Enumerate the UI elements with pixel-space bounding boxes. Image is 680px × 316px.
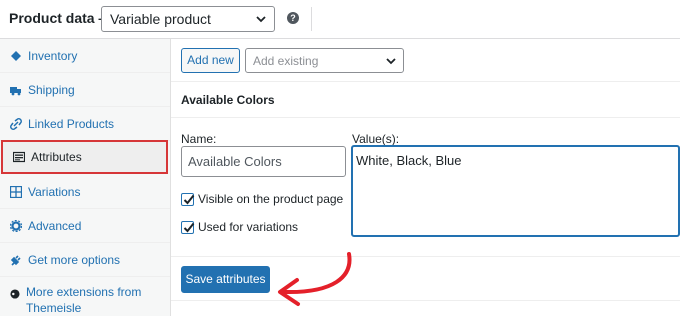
name-label: Name: — [181, 132, 217, 146]
inventory-icon — [11, 50, 21, 61]
link-icon — [10, 117, 22, 130]
add-new-button[interactable]: Add new — [181, 48, 240, 73]
product-data-tabs: Inventory Shipping Linked Products Attri… — [0, 39, 171, 316]
tab-shipping[interactable]: Shipping — [0, 73, 170, 107]
tab-shipping-label: Shipping — [28, 82, 75, 97]
tab-more-extensions[interactable]: More extensions from Themeisle — [0, 277, 170, 316]
product-data-header: Product data — Variable product ? — [0, 0, 680, 39]
attribute-name-field[interactable]: Available Colors — [181, 146, 346, 177]
attributes-panel: Add new Add existing Available Colors Na… — [171, 39, 680, 316]
visible-checkbox-label: Visible on the product page — [198, 192, 344, 206]
header-divider — [311, 7, 312, 31]
tab-advanced[interactable]: Advanced — [0, 209, 170, 243]
truck-icon — [10, 86, 21, 95]
tab-advanced-label: Advanced — [28, 218, 82, 233]
grid-icon — [10, 185, 22, 198]
help-icon[interactable]: ? — [287, 12, 299, 24]
tab-linked-products[interactable]: Linked Products — [0, 107, 170, 141]
tab-variations-label: Variations — [28, 184, 81, 199]
chevron-down-icon — [386, 58, 396, 65]
themeisle-icon — [10, 289, 20, 299]
attribute-divider — [171, 256, 680, 257]
chevron-down-icon — [256, 16, 266, 23]
save-divider — [171, 300, 680, 301]
product-data-title: Product data — — [9, 10, 113, 26]
product-type-select[interactable]: Variable product — [101, 6, 275, 32]
plug-icon — [10, 254, 21, 266]
gear-icon — [10, 219, 22, 232]
checkmark-icon — [183, 222, 195, 232]
tab-linked-products-label: Linked Products — [28, 116, 115, 131]
product-type-value: Variable product — [110, 11, 211, 27]
toolbar-divider — [171, 81, 680, 82]
tab-inventory[interactable]: Inventory — [0, 39, 170, 73]
tab-attributes[interactable]: Attributes — [1, 140, 168, 174]
tab-attributes-label: Attributes — [31, 150, 82, 164]
used-for-variations-row[interactable]: Used for variations — [181, 220, 298, 234]
values-label: Value(s): — [352, 132, 400, 146]
add-existing-select[interactable]: Add existing — [245, 48, 404, 73]
variations-checkbox-label: Used for variations — [198, 220, 299, 234]
tab-get-more-options[interactable]: Get more options — [0, 243, 170, 277]
checkmark-icon — [183, 194, 195, 204]
visible-on-product-page-row[interactable]: Visible on the product page — [181, 192, 343, 206]
attributes-icon — [13, 151, 25, 163]
annotation-arrow-icon — [278, 252, 352, 306]
variations-checkbox[interactable] — [181, 220, 195, 234]
save-attributes-button[interactable]: Save attributes — [181, 266, 270, 293]
tab-inventory-label: Inventory — [28, 48, 78, 63]
tab-get-more-options-label: Get more options — [28, 252, 121, 267]
tab-more-extensions-label: More extensions from Themeisle — [25, 285, 142, 315]
visible-checkbox[interactable] — [181, 192, 195, 206]
attribute-values-field[interactable]: White, Black, Blue — [351, 145, 680, 237]
attribute-heading-divider — [171, 117, 680, 118]
add-existing-placeholder: Add existing — [253, 54, 319, 68]
tab-variations[interactable]: Variations — [0, 175, 170, 209]
attribute-heading[interactable]: Available Colors — [181, 93, 275, 107]
